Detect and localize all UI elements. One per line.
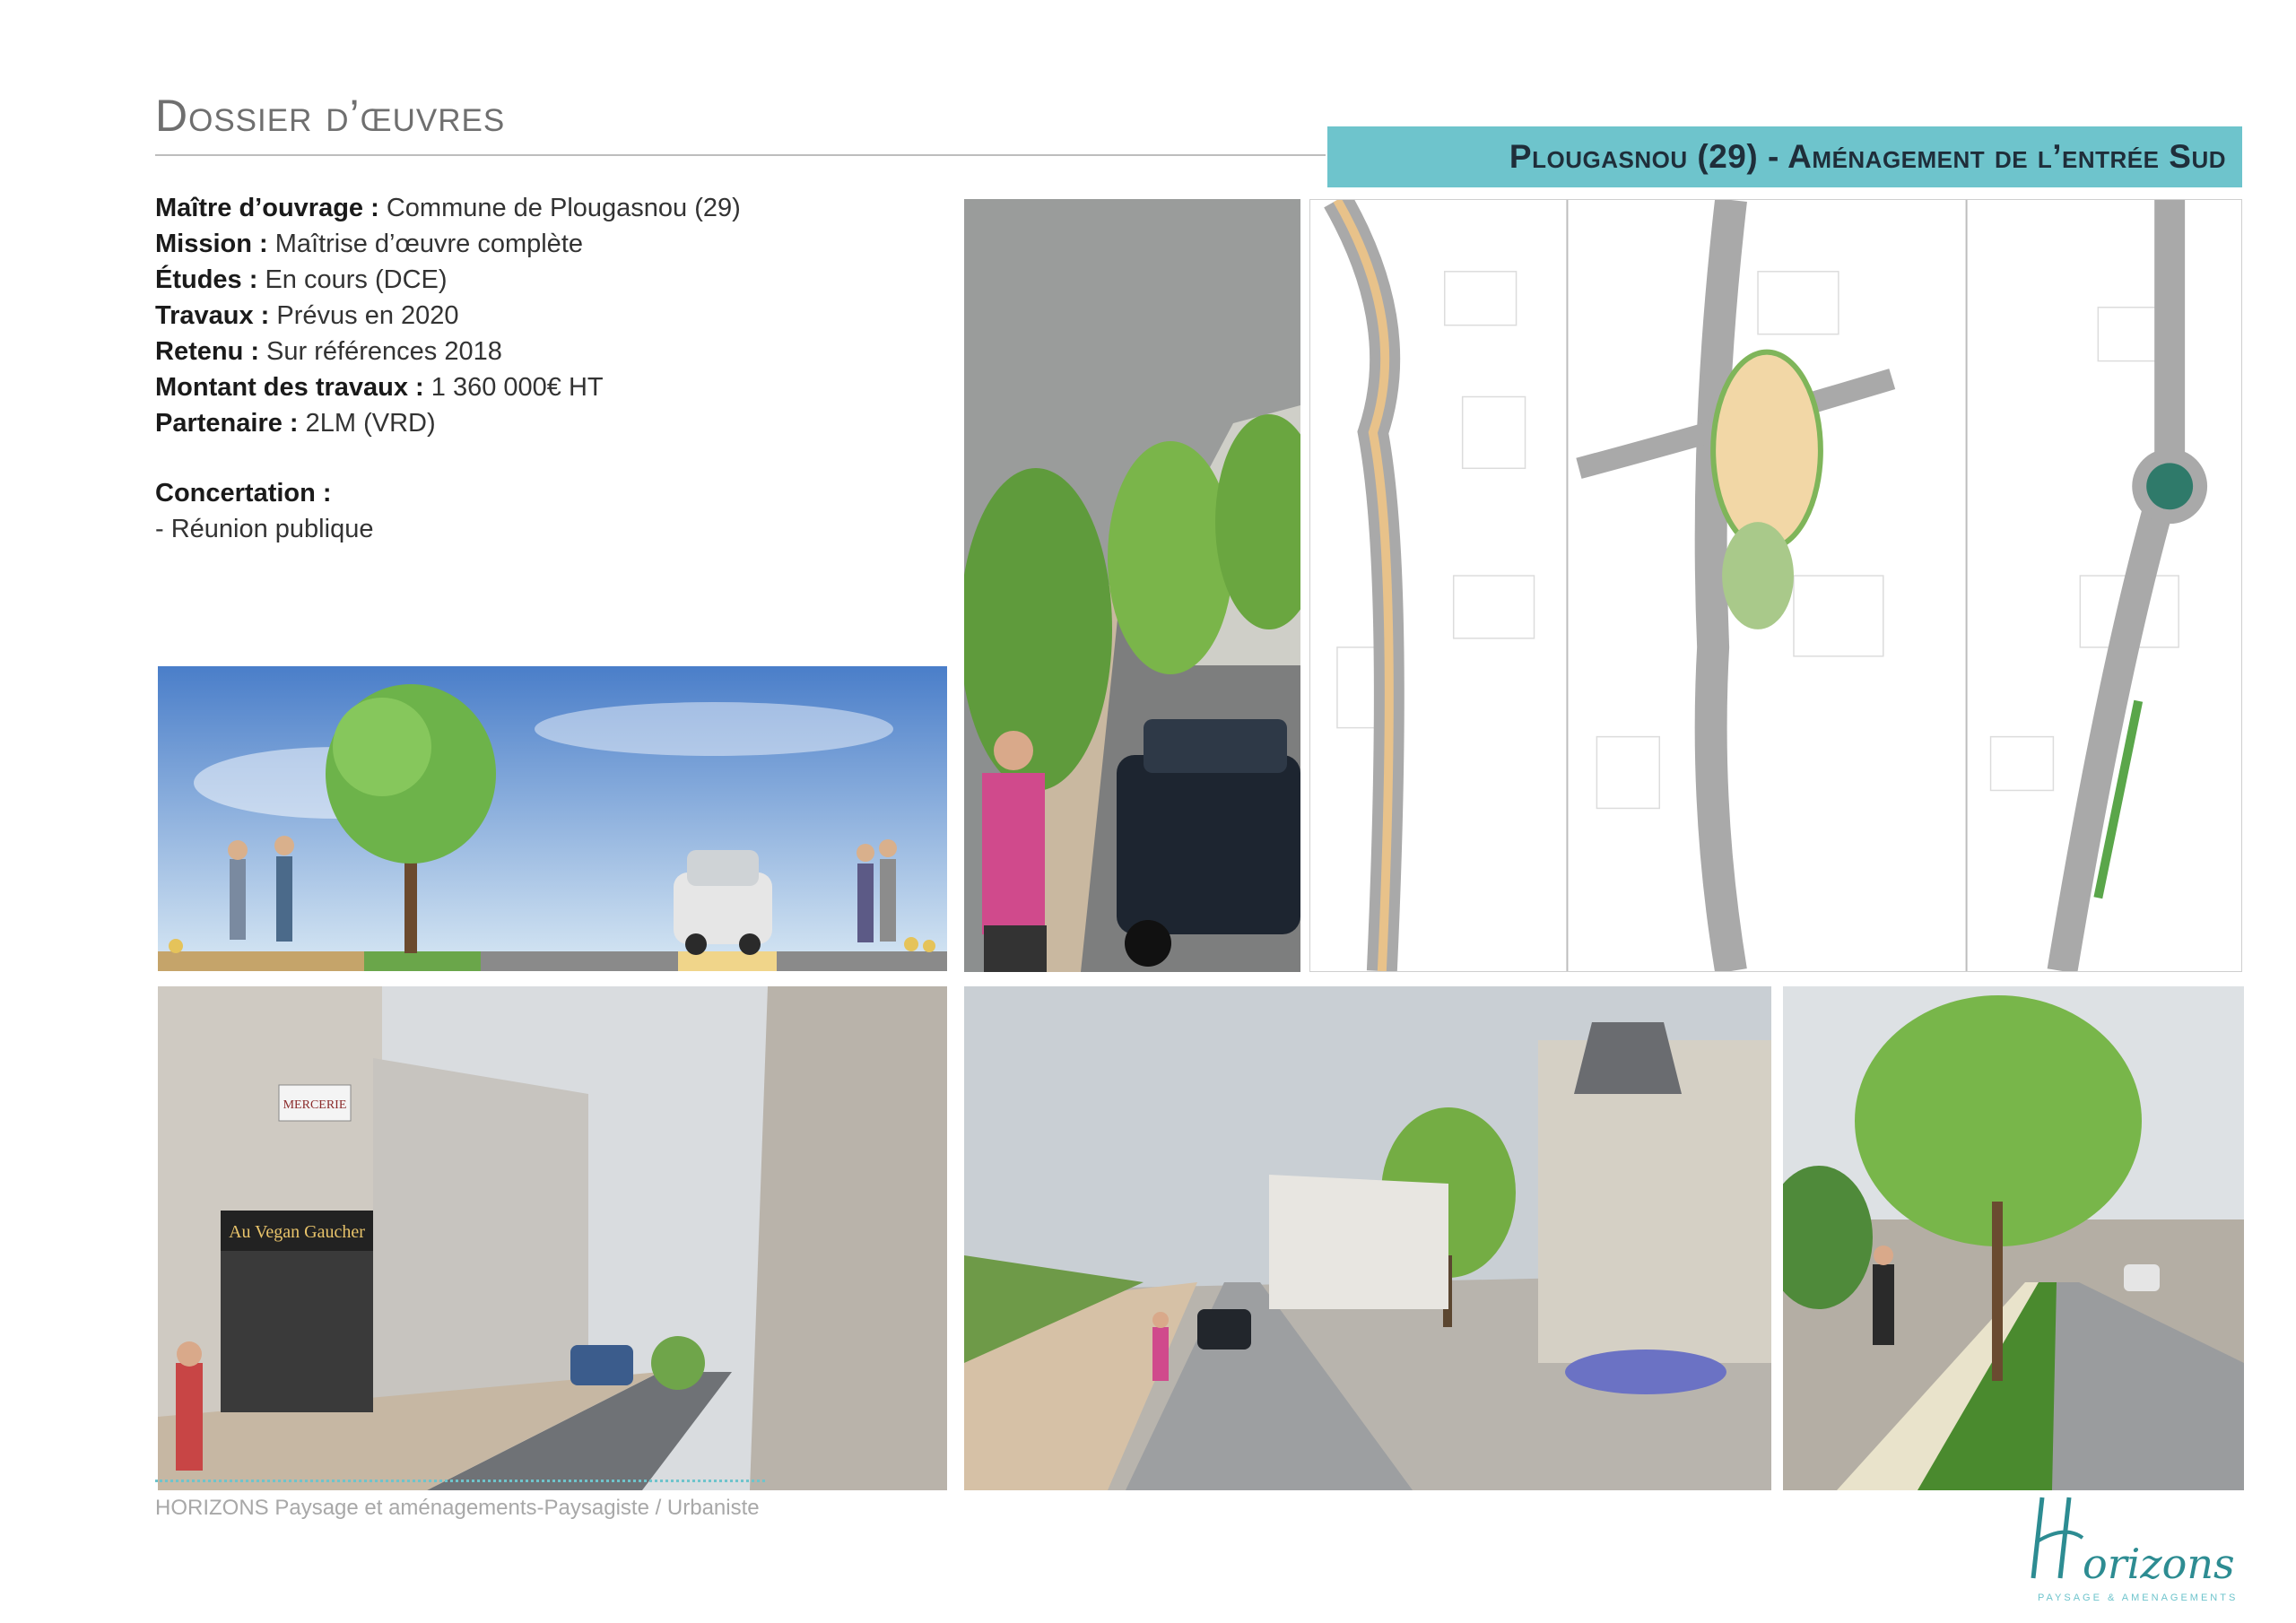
existing-street-image: Au Vegan Gaucher MERCERIE [158,986,947,1490]
info-partner: Partenaire : 2LM (VRD) [155,405,944,441]
svg-text:orizons: orizons [2083,1540,2235,1588]
header-divider [155,154,1326,156]
green-median-image [1783,986,2244,1490]
info-value: Sur références 2018 [259,337,502,366]
info-label: Montant des travaux : [155,373,424,402]
info-mission: Mission : Maîtrise d’œuvre complète [155,226,944,262]
street-perspective-image [964,199,1300,972]
info-retained: Retenu : Sur références 2018 [155,334,944,369]
cross-section-image [158,666,947,971]
concertation-item: - Réunion publique [155,515,374,543]
info-value: 2LM (VRD) [298,409,436,438]
info-label: Travaux : [155,301,270,330]
concertation-label: Concertation : [155,479,332,508]
wide-perspective-image [964,986,1771,1490]
mercerie-sign-text: MERCERIE [283,1098,347,1112]
page-title: Dossier d’œuvres [155,91,506,141]
info-amount: Montant des travaux : 1 360 000€ HT [155,369,944,405]
info-studies: Études : En cours (DCE) [155,262,944,298]
footer-divider [155,1480,765,1482]
footer-text: HORIZONS Paysage et aménagements-Paysagi… [155,1496,760,1520]
shop-sign-text: Au Vegan Gaucher [229,1222,365,1242]
info-label: Études : [155,265,258,294]
info-label: Partenaire : [155,409,299,438]
info-label: Mission : [155,230,268,258]
info-value: Prévus en 2020 [269,301,459,330]
project-info: Maître d’ouvrage : Commune de Plougasnou… [155,190,944,441]
horizons-logo: orizons PAYSAGE & AMENAGEMENTS [2029,1488,2253,1605]
concertation-block: Concertation : - Réunion publique [155,475,373,547]
info-value: Commune de Plougasnou (29) [378,194,741,222]
info-label: Retenu : [155,337,259,366]
info-value: 1 360 000€ HT [423,373,604,402]
site-plans-image [1309,199,2242,972]
info-label: Maître d’ouvrage : [155,194,379,222]
info-value: Maîtrise d’œuvre complète [267,230,583,258]
logo-tagline: PAYSAGE & AMENAGEMENTS [2038,1593,2238,1603]
info-works: Travaux : Prévus en 2020 [155,298,944,334]
project-banner: Plougasnou (29) - Aménagement de l’entré… [1327,126,2242,187]
project-title: Plougasnou (29) - Aménagement de l’entré… [1509,138,2226,175]
info-value: En cours (DCE) [257,265,448,294]
info-client: Maître d’ouvrage : Commune de Plougasnou… [155,190,944,226]
